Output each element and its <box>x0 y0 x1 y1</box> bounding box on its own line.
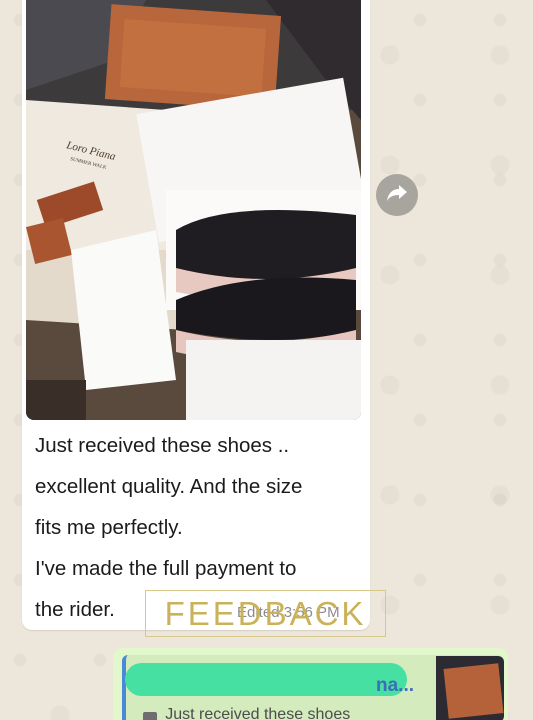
quoted-photo-thumbnail <box>436 656 504 720</box>
message-photo[interactable]: Loro Piana SUMMER WALK <box>26 0 361 420</box>
forward-button[interactable] <box>376 174 418 216</box>
quoted-text: Just received these shoes <box>143 706 350 720</box>
message-line: I've made the full payment to <box>35 557 297 580</box>
forward-arrow-icon <box>386 183 408 208</box>
shoe-box-photo: Loro Piana SUMMER WALK <box>26 0 361 420</box>
quoted-text-content: Just received these shoes <box>165 706 351 720</box>
message-line: Just received these shoes .. <box>35 434 290 457</box>
quoted-author-name: na... <box>376 675 415 696</box>
feedback-watermark: FEEDBACK <box>145 590 386 637</box>
message-line: excellent quality. And the size <box>35 475 303 498</box>
redacted-author-name <box>125 663 407 696</box>
message-line: fits me perfectly. <box>35 516 183 539</box>
